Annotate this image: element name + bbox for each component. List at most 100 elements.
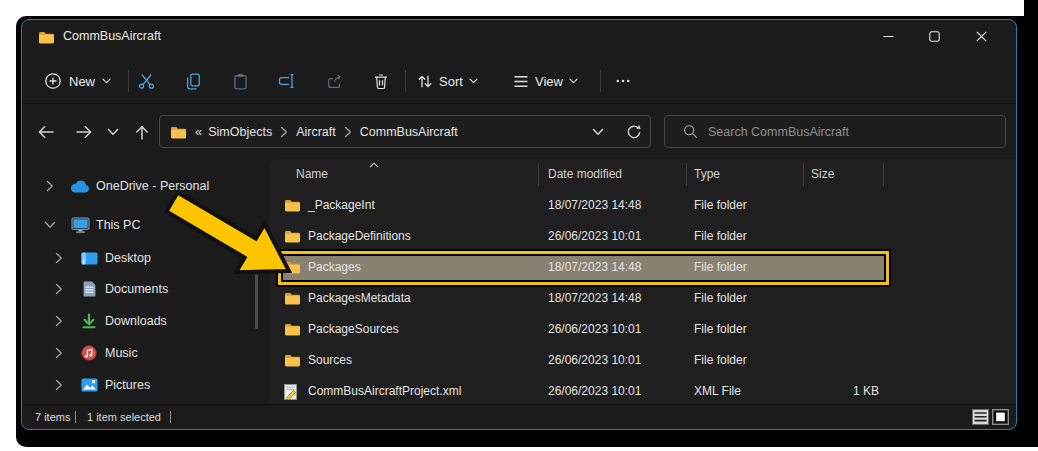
- file-size: [803, 283, 879, 314]
- file-name: PackageSources: [308, 314, 399, 345]
- minimize-button[interactable]: [865, 21, 911, 51]
- column-separator[interactable]: [883, 163, 884, 186]
- back-button[interactable]: [30, 116, 62, 148]
- sidebar-item-documents[interactable]: Documents: [22, 274, 260, 304]
- file-row-commbusaircraftproject-xml[interactable]: CommBusAircraftProject.xml26/06/2023 10:…: [269, 376, 1008, 407]
- chevron-down-icon: [569, 78, 578, 84]
- close-button[interactable]: [958, 21, 1004, 51]
- search-box[interactable]: Search CommBusAircraft: [664, 115, 1006, 148]
- breadcrumb-item[interactable]: CommBusAircraft: [360, 125, 458, 139]
- column-headers: Name Date modified Type Size: [269, 159, 1016, 189]
- forward-arrow-icon: [75, 124, 93, 140]
- column-separator[interactable]: [686, 163, 687, 186]
- file-row-packagedefinitions[interactable]: PackageDefinitions26/06/2023 10:01File f…: [269, 221, 1008, 252]
- maximize-icon: [929, 31, 940, 42]
- chevron-right-icon[interactable]: [49, 283, 69, 295]
- column-header-date[interactable]: Date modified: [548, 159, 622, 189]
- clipboard-icon: [232, 73, 249, 90]
- copy-button[interactable]: [176, 59, 210, 103]
- paste-button[interactable]: [223, 59, 257, 103]
- sidebar-item-label: Music: [105, 346, 138, 360]
- documents-icon: [79, 281, 99, 297]
- sort-ascending-icon: [369, 162, 379, 168]
- sidebar-item-this-pc[interactable]: This PC: [22, 210, 260, 240]
- breadcrumb-item[interactable]: SimObjects: [208, 125, 272, 139]
- chevron-right-icon[interactable]: [49, 379, 69, 391]
- column-header-size[interactable]: Size: [811, 159, 834, 189]
- back-arrow-icon: [37, 124, 55, 140]
- share-button[interactable]: [317, 59, 351, 103]
- search-placeholder: Search CommBusAircraft: [708, 125, 849, 139]
- column-separator[interactable]: [803, 163, 804, 186]
- chevron-right-icon[interactable]: [49, 315, 69, 327]
- onedrive-icon: [70, 180, 90, 193]
- file-row-packagesmetadata[interactable]: PackagesMetadata18/07/2023 14:48File fol…: [269, 283, 1008, 314]
- copy-pages-icon: [185, 73, 202, 90]
- large-icons-view-icon: [992, 409, 1009, 425]
- file-size: 1 KB: [803, 376, 879, 407]
- sidebar-scrollbar[interactable]: [255, 274, 258, 329]
- navigation-bar: « SimObjects Aircraft CommBusAircraft Sear…: [22, 104, 1016, 159]
- explorer-window: CommBusAircraft New Sort View: [21, 19, 1017, 430]
- new-button-label: New: [69, 74, 95, 89]
- trash-can-icon: [373, 73, 389, 90]
- file-size: [803, 345, 879, 376]
- chevron-right-icon[interactable]: [49, 252, 69, 264]
- sort-button[interactable]: Sort: [417, 59, 478, 103]
- forward-button[interactable]: [68, 116, 100, 148]
- sidebar-item-music[interactable]: Music: [22, 338, 260, 368]
- view-button[interactable]: View: [513, 59, 578, 103]
- plus-circle-icon: [44, 72, 62, 90]
- file-date-modified: 26/06/2023 10:01: [548, 345, 641, 376]
- sidebar-item-desktop[interactable]: Desktop: [22, 243, 260, 273]
- file-name: PackageDefinitions: [308, 221, 411, 252]
- folder-icon: [38, 30, 55, 44]
- column-separator[interactable]: [538, 163, 539, 186]
- chevron-down-icon[interactable]: [592, 128, 604, 136]
- downloads-icon: [79, 313, 99, 329]
- file-row-packageint[interactable]: _PackageInt18/07/2023 14:48File folder: [269, 190, 1008, 221]
- sort-arrows-icon: [417, 74, 433, 89]
- chevron-down-icon[interactable]: [40, 221, 60, 229]
- details-view-toggle[interactable]: [972, 409, 989, 425]
- sidebar-item-pictures[interactable]: Pictures: [22, 370, 260, 400]
- folder-file-icon: [284, 353, 301, 367]
- cut-button[interactable]: [129, 59, 163, 103]
- column-header-name[interactable]: Name: [296, 159, 328, 189]
- file-type: File folder: [694, 252, 747, 283]
- recent-locations-button[interactable]: [97, 116, 129, 148]
- ellipsis-icon: [615, 73, 631, 89]
- new-button[interactable]: New: [36, 59, 122, 103]
- large-icons-view-toggle[interactable]: [992, 409, 1009, 425]
- rename-button[interactable]: [270, 59, 304, 103]
- view-button-label: View: [535, 74, 563, 89]
- file-row-packages[interactable]: Packages18/07/2023 14:48File folder: [269, 252, 1008, 283]
- breadcrumb-item[interactable]: Aircraft: [296, 125, 336, 139]
- window-title: CommBusAircraft: [63, 29, 161, 43]
- sidebar-item-downloads[interactable]: Downloads: [22, 306, 260, 336]
- file-name: PackagesMetadata: [308, 283, 411, 314]
- more-options-button[interactable]: [608, 59, 638, 103]
- file-type: File folder: [694, 314, 747, 345]
- breadcrumb-overflow[interactable]: «: [195, 124, 202, 139]
- maximize-button[interactable]: [911, 21, 957, 51]
- folder-file-icon: [284, 322, 301, 336]
- folder-file-icon: [284, 229, 301, 243]
- sidebar-item-label: This PC: [96, 218, 140, 232]
- up-button[interactable]: [126, 116, 158, 148]
- status-bar: 7 items 1 item selected: [22, 404, 1016, 429]
- view-lines-icon: [513, 75, 529, 88]
- file-size: [803, 221, 879, 252]
- rename-box-icon: [278, 73, 296, 89]
- sidebar-item-onedrive-personal[interactable]: OneDrive - Personal: [22, 171, 260, 201]
- file-row-sources[interactable]: Sources26/06/2023 10:01File folder: [269, 345, 1008, 376]
- chevron-right-icon[interactable]: [40, 180, 60, 192]
- chevron-right-icon[interactable]: [49, 347, 69, 359]
- address-bar[interactable]: « SimObjects Aircraft CommBusAircraft: [159, 115, 651, 148]
- column-header-type[interactable]: Type: [694, 159, 720, 189]
- folder-file-icon: [284, 291, 301, 305]
- refresh-icon[interactable]: [626, 124, 642, 140]
- thispc-icon: [70, 217, 90, 233]
- delete-button[interactable]: [364, 59, 398, 103]
- file-row-packagesources[interactable]: PackageSources26/06/2023 10:01File folde…: [269, 314, 1008, 345]
